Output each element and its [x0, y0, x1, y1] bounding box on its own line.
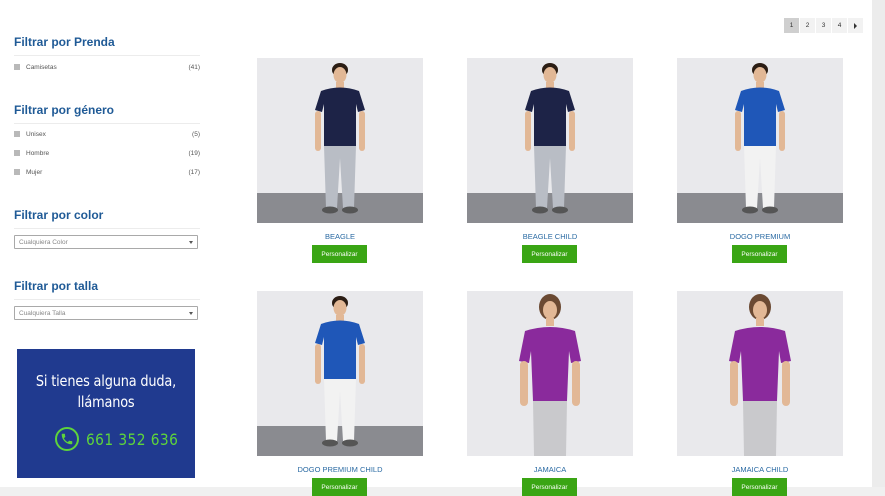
chevron-down-icon: [189, 312, 193, 315]
filter-option-camisetas[interactable]: Camisetas (41): [14, 61, 200, 73]
product-image[interactable]: [467, 291, 633, 456]
page-link-1[interactable]: 1: [784, 18, 799, 33]
filter-title-genero: Filtrar por género: [14, 103, 200, 124]
page-link-3[interactable]: 3: [816, 18, 831, 33]
filter-option-count: (5): [192, 130, 200, 138]
product-image[interactable]: [257, 58, 423, 223]
size-select-value: Cualquiera Talla: [19, 309, 66, 317]
page-link-4[interactable]: 4: [832, 18, 847, 33]
checkbox[interactable]: [14, 169, 20, 175]
next-page-button[interactable]: [848, 18, 863, 33]
product-name[interactable]: JAMAICA CHILD: [677, 465, 843, 474]
product-image[interactable]: [677, 291, 843, 456]
personalize-button[interactable]: Personalizar: [522, 245, 577, 263]
filter-option-label: Hombre: [26, 149, 50, 157]
size-select[interactable]: Cualquiera Talla: [14, 306, 198, 320]
filter-option-count: (19): [188, 149, 200, 157]
page-link-2[interactable]: 2: [800, 18, 815, 33]
product-name[interactable]: BEAGLE CHILD: [467, 232, 633, 241]
banner-line-2: llámanos: [77, 393, 135, 411]
phone-icon: [55, 427, 79, 451]
filter-option-count: (41): [188, 63, 200, 71]
model-figure: [735, 63, 785, 214]
pagination: 1 2 3 4: [784, 18, 864, 33]
product-name[interactable]: BEAGLE: [257, 232, 423, 241]
filter-option-label: Mujer: [26, 168, 43, 176]
product-image[interactable]: [257, 291, 423, 456]
filter-option-unisex[interactable]: Unisex (5): [14, 128, 200, 140]
filter-option-count: (17): [188, 168, 200, 176]
contact-banner[interactable]: Si tienes alguna duda, llámanos 661 352 …: [17, 349, 195, 478]
checkbox[interactable]: [14, 64, 20, 70]
filter-option-hombre[interactable]: Hombre (19): [14, 147, 200, 159]
model-figure: [315, 296, 365, 447]
product-name[interactable]: DOGO PREMIUM CHILD: [257, 465, 423, 474]
banner-phone: 661 352 636: [55, 427, 193, 451]
filter-title-color: Filtrar por color: [14, 208, 200, 229]
chevron-down-icon: [189, 241, 193, 244]
banner-line-1: Si tienes alguna duda,: [35, 372, 177, 390]
page: Filtrar por Prenda Camisetas (41) Filtra…: [0, 0, 872, 496]
phone-number: 661 352 636: [86, 429, 179, 449]
personalize-button[interactable]: Personalizar: [732, 478, 787, 496]
filter-title-prenda: Filtrar por Prenda: [14, 35, 200, 56]
product-name[interactable]: DOGO PREMIUM: [677, 232, 843, 241]
checkbox[interactable]: [14, 131, 20, 137]
filter-title-talla: Filtrar por talla: [14, 279, 200, 300]
filter-option-label: Camisetas: [26, 63, 57, 71]
model-figure: [315, 63, 365, 214]
product-image[interactable]: [467, 58, 633, 223]
model-figure: [525, 63, 575, 214]
page-gutter: [872, 0, 885, 487]
banner-message: Si tienes alguna duda, llámanos: [29, 371, 182, 413]
personalize-button[interactable]: Personalizar: [522, 478, 577, 496]
personalize-button[interactable]: Personalizar: [312, 245, 367, 263]
filter-option-mujer[interactable]: Mujer (17): [14, 166, 200, 178]
filter-option-label: Unisex: [26, 130, 46, 138]
arrow-right-icon: [854, 22, 857, 29]
personalize-button[interactable]: Personalizar: [312, 478, 367, 496]
color-select-value: Cualquiera Color: [19, 238, 68, 246]
model-figure: [729, 294, 791, 456]
checkbox[interactable]: [14, 150, 20, 156]
product-name[interactable]: JAMAICA: [467, 465, 633, 474]
color-select[interactable]: Cualquiera Color: [14, 235, 198, 249]
model-figure: [519, 294, 581, 456]
product-image[interactable]: [677, 58, 843, 223]
personalize-button[interactable]: Personalizar: [732, 245, 787, 263]
